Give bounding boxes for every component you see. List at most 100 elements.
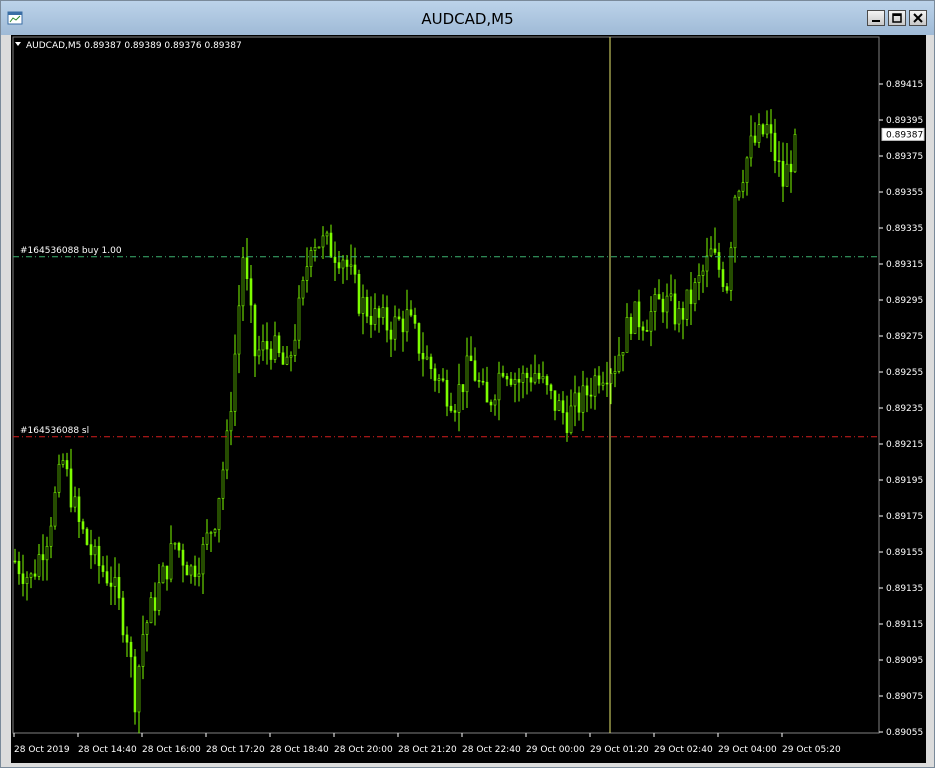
candle-body [253,304,257,357]
candle-body [693,282,697,305]
price-tick-label: 0.89395 [886,116,923,126]
candle-body [789,163,793,173]
candle-body [205,532,209,545]
candle-body [341,259,345,269]
candle-body [29,573,33,578]
close-button[interactable] [909,10,927,26]
candle-body [137,666,141,713]
chart-window: AUDCAD,M5 #164536088 buy 1.00 #164536088… [0,0,935,768]
candle-body [689,289,693,305]
price-tick-label: 0.89195 [886,476,923,486]
candle-body [181,549,185,566]
collapse-triangle-icon[interactable] [15,42,21,46]
time-tick-label: 29 Oct 04:00 [718,745,777,755]
chart-canvas[interactable]: #164536088 buy 1.00 #164536088 sl 0.8941… [11,35,926,763]
candle-body [85,528,89,545]
candle-body [217,498,221,530]
candle-body [417,323,421,354]
candle-body [13,560,17,563]
restore-icon [892,13,902,23]
candle-body [481,380,485,383]
candle-body [713,248,717,253]
candle-body [389,329,393,340]
candle-body [133,656,137,713]
candle-body [585,385,589,396]
candle-body [421,353,425,360]
time-tick-label: 28 Oct 18:40 [270,745,329,755]
price-tick-label: 0.89215 [886,440,923,450]
candle-body [441,378,445,381]
candle-body [785,163,789,187]
price-chart[interactable]: #164536088 buy 1.00 #164536088 sl 0.8941… [11,35,926,763]
current-price-label: 0.89387 [886,130,923,140]
restore-button[interactable] [888,10,906,26]
candle-body [717,252,721,270]
candle-body [45,545,49,561]
candle-body [665,295,669,313]
candle-body [153,597,157,611]
candle-body [497,372,501,401]
time-tick-label: 28 Oct 20:00 [334,745,393,755]
price-tick-label: 0.89335 [886,224,923,234]
candle-body [369,315,373,325]
candle-body [565,412,569,433]
candle-body [333,256,337,263]
candle-body [261,341,265,351]
candle-body [21,573,25,584]
candle-body [57,463,61,493]
candle-body [549,384,553,391]
price-tick-label: 0.89175 [886,512,923,522]
candle-body [293,339,297,356]
candle-body [701,270,705,276]
candles-group [13,109,797,734]
candle-body [777,160,781,163]
minimize-icon [872,20,880,22]
price-tick-label: 0.89095 [886,656,923,666]
time-tick-label: 28 Oct 17:20 [206,745,265,755]
candle-body [437,378,441,381]
candle-body [265,341,269,350]
candle-body [521,372,525,383]
candle-body [125,634,129,643]
candle-body [201,543,205,575]
candle-body [773,132,777,162]
candle-body [301,280,305,299]
minimize-button[interactable] [867,10,885,26]
candle-body [245,257,249,279]
candle-body [429,356,433,370]
candle-body [197,573,201,577]
candle-body [769,124,773,134]
order-buy-label: #164536088 buy 1.00 [20,246,122,256]
candle-body [349,264,353,267]
candle-body [17,561,21,575]
candle-body [685,289,689,320]
candle-body [273,335,277,360]
time-tick-label: 28 Oct 2019 [14,745,70,755]
price-tick-label: 0.89415 [886,80,923,90]
candle-body [581,385,585,413]
time-tick-label: 28 Oct 22:40 [462,745,521,755]
candle-body [97,545,101,566]
candle-body [461,384,465,393]
candle-body [501,372,505,377]
candle-body [193,565,197,577]
price-tick-label: 0.89315 [886,260,923,270]
candle-body [681,308,685,320]
candle-body [509,378,513,385]
price-tick-label: 0.89375 [886,152,923,162]
candle-body [65,460,69,470]
candle-body [313,247,317,251]
candle-body [373,308,377,325]
title-bar[interactable]: AUDCAD,M5 [1,1,934,35]
candle-body [637,301,641,328]
time-tick-label: 29 Oct 02:40 [654,745,713,755]
candle-body [781,161,785,187]
candle-body [573,392,577,407]
candle-body [721,269,725,287]
symbol-quote-header: AUDCAD,M5 0.89387 0.89389 0.89376 0.8938… [26,41,242,51]
candle-body [621,352,625,356]
candle-body [737,190,741,198]
window-title: AUDCAD,M5 [421,10,514,28]
candle-body [173,542,177,545]
candle-body [149,597,153,624]
